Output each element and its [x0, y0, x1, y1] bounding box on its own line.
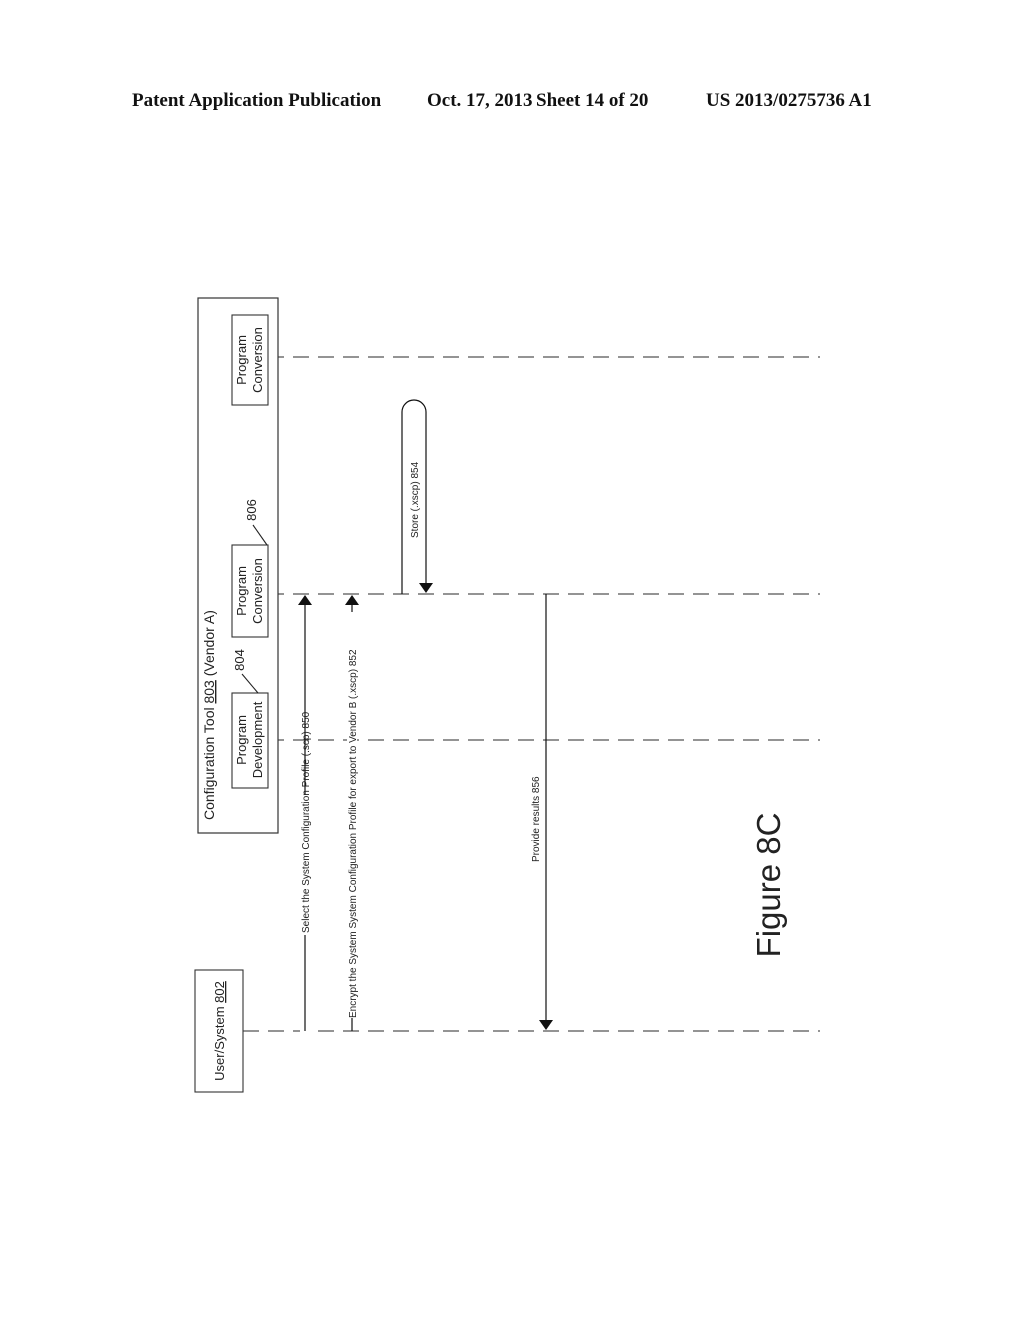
message-852-label: Encrypt the System System Configuration …	[348, 649, 359, 1018]
program-conversion-line1: Program	[234, 566, 249, 616]
program-conversion-top-line1: Program	[234, 335, 249, 385]
ref-804-label: 804	[232, 649, 247, 671]
user-system-label: User/System 802	[212, 981, 227, 1081]
program-development-line2: Development	[250, 701, 265, 778]
program-development-line1: Program	[234, 715, 249, 765]
message-850-label: Select the System Configuration Profile …	[301, 711, 312, 933]
program-conversion-top-line2: Conversion	[250, 327, 265, 393]
config-tool-label: Configuration Tool 803 (Vendor A)	[201, 610, 217, 820]
message-856-label: Provide results 856	[531, 776, 542, 862]
sequence-diagram: Configuration Tool 803 (Vendor A) Progra…	[194, 297, 820, 1093]
message-854-label: Store (.xscp) 854	[410, 461, 421, 538]
ref-806-label: 806	[244, 499, 259, 521]
program-conversion-line2: Conversion	[250, 558, 265, 624]
figure-label: Figure 8C	[750, 813, 787, 958]
